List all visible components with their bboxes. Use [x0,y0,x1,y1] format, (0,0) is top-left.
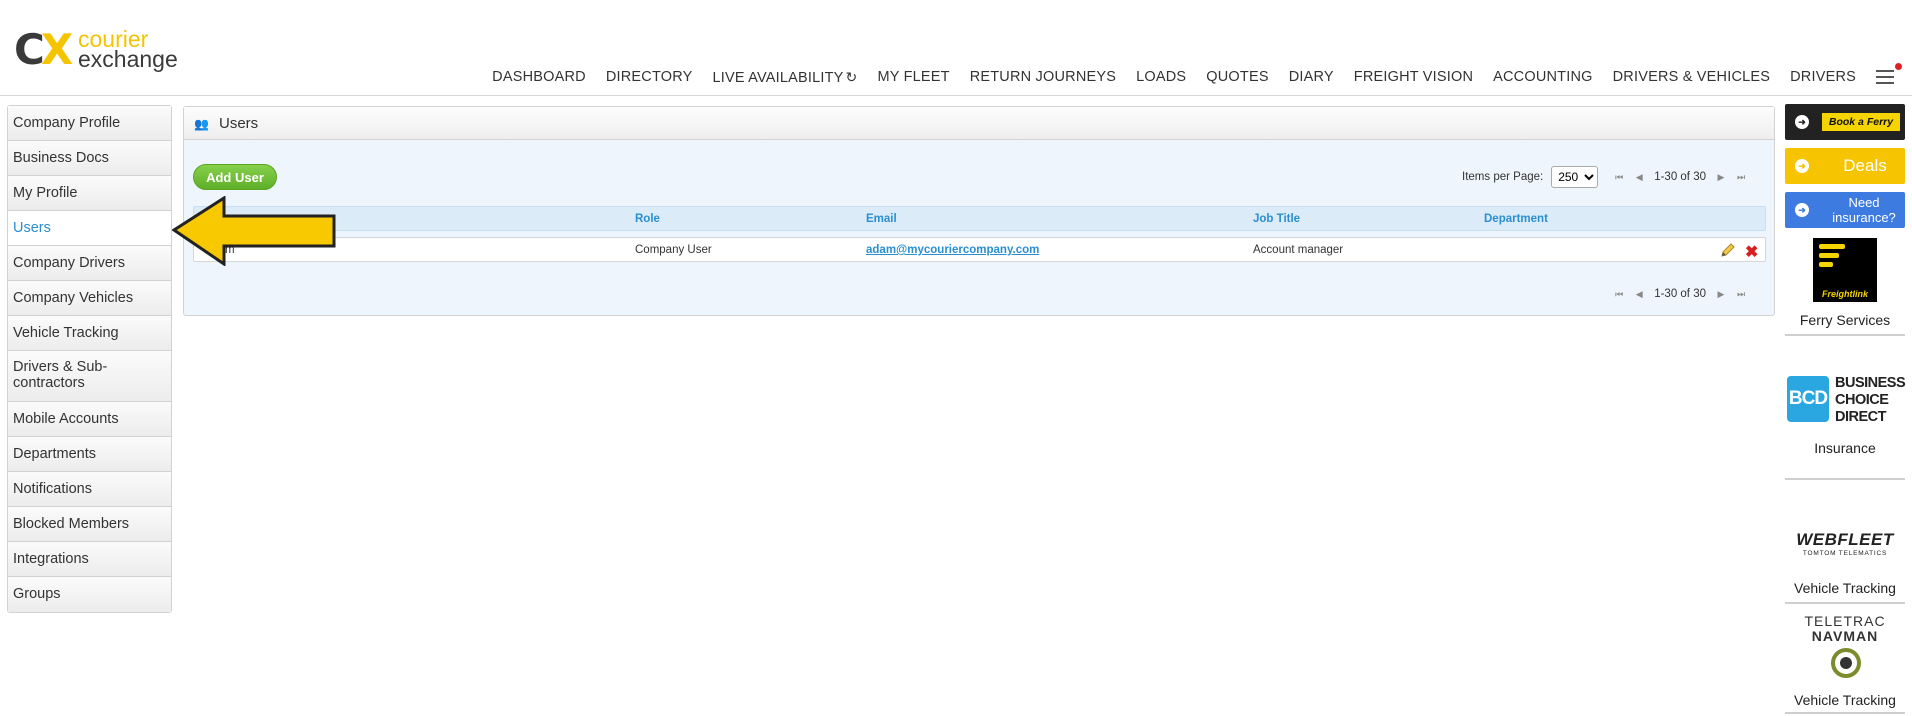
nav-quotes[interactable]: QUOTES [1206,69,1268,85]
main-navigation: DASHBOARD DIRECTORY LIVE AVAILABILITY ↻ M… [472,62,1912,92]
next-page-icon[interactable]: ▶ [1714,289,1728,300]
last-page-icon[interactable]: ⏭ [1734,289,1748,300]
book-ferry-banner[interactable]: ➜ Book a Ferry [1785,104,1905,140]
sidebar-item-vehicle-tracking[interactable]: Vehicle Tracking [8,316,171,351]
nav-diary[interactable]: DIARY [1289,69,1334,85]
settings-sidebar: Company Profile Business Docs My Profile… [7,105,172,613]
hamburger-menu-icon[interactable] [1876,63,1902,85]
logo-word-exchange: exchange [78,46,178,72]
column-role[interactable]: Role [635,213,660,225]
page-range: 1-30 of 30 [1654,288,1706,300]
table-header: Role Email Job Title Department [193,206,1766,231]
users-icon: 👥 [194,117,209,131]
sponsor-caption: Ferry Services [1799,312,1891,328]
sidebar-item-departments[interactable]: Departments [8,437,171,472]
courier-exchange-logo[interactable]: CX courier exchange [14,28,178,72]
nav-drivers[interactable]: DRIVERS [1790,69,1856,85]
sidebar-item-blocked-members[interactable]: Blocked Members [8,507,171,542]
edit-pencil-icon[interactable] [1720,242,1736,258]
panel-title: Users [219,115,259,132]
nav-return-journeys[interactable]: RETURN JOURNEYS [970,69,1116,85]
nav-loads[interactable]: LOADS [1136,69,1186,85]
sidebar-item-business-docs[interactable]: Business Docs [8,141,171,176]
sponsor-webfleet[interactable]: WEBFLEET TOMTOM TELEMATICS Vehicle Track… [1785,484,1905,604]
sponsor-column: ➜ Book a Ferry ➜ Deals ➜ Need insurance? … [1785,104,1906,714]
refresh-icon: ↻ [845,68,858,85]
freightlink-logo: Freightlink [1813,238,1877,302]
sponsor-business-choice-direct[interactable]: BCD BUSINESS CHOICE DIRECT Insurance [1785,352,1906,480]
items-per-page-select[interactable]: 250 [1551,166,1599,188]
prev-page-icon[interactable]: ◀ [1632,172,1646,183]
nav-freight-vision[interactable]: FREIGHT VISION [1354,69,1473,85]
sidebar-item-my-profile[interactable]: My Profile [8,176,171,211]
first-page-icon[interactable]: ⏮ [1612,172,1626,183]
add-user-button[interactable]: Add User [193,164,277,190]
sidebar-item-users[interactable]: Users [8,211,171,246]
delete-icon[interactable]: ✖ [1745,244,1758,262]
nav-live-availability[interactable]: LIVE AVAILABILITY ↻ [713,69,858,86]
page-range: 1-30 of 30 [1654,171,1706,183]
need-insurance-banner[interactable]: ➜ Need insurance? [1785,192,1905,228]
sponsor-teletrac-navman[interactable]: TELETRAC NAVMAN Vehicle Tracking [1785,610,1905,714]
column-email[interactable]: Email [866,213,897,225]
prev-page-icon[interactable]: ◀ [1632,289,1646,300]
nav-accounting[interactable]: ACCOUNTING [1493,69,1592,85]
sidebar-item-drivers-subcontractors[interactable]: Drivers & Sub-contractors [8,351,171,402]
sidebar-item-company-drivers[interactable]: Company Drivers [8,246,171,281]
top-header: CX courier exchange DASHBOARD DIRECTORY … [0,0,1912,96]
last-page-icon[interactable]: ⏭ [1734,172,1748,183]
sponsor-caption: Vehicle Tracking [1794,692,1896,708]
table-row[interactable]: m Company User adam@mycouriercompany.com… [193,237,1766,262]
sidebar-item-company-vehicles[interactable]: Company Vehicles [8,281,171,316]
sidebar-item-integrations[interactable]: Integrations [8,542,171,577]
first-page-icon[interactable]: ⏮ [1612,289,1626,300]
sidebar-item-company-profile[interactable]: Company Profile [8,106,171,141]
sidebar-item-notifications[interactable]: Notifications [8,472,171,507]
nav-drivers-vehicles[interactable]: DRIVERS & VEHICLES [1613,69,1771,85]
sidebar-item-groups[interactable]: Groups [8,577,171,612]
sidebar-item-mobile-accounts[interactable]: Mobile Accounts [8,402,171,437]
notification-dot-icon [1895,63,1902,70]
column-department[interactable]: Department [1484,213,1548,225]
pager-top: Items per Page: 250 ⏮ ◀ 1-30 of 30 ▶ ⏭ [1462,164,1754,190]
next-page-icon[interactable]: ▶ [1714,172,1728,183]
users-panel: 👥 Users Add User Items per Page: 250 ⏮ ◀… [183,106,1775,316]
webfleet-logo: WEBFLEET [1796,530,1894,549]
sponsor-freightlink[interactable]: Freightlink Ferry Services [1785,236,1905,336]
cell-job-title: Account manager [1253,244,1344,256]
nav-my-fleet[interactable]: MY FLEET [877,69,949,85]
items-per-page-label: Items per Page: [1462,171,1544,183]
bcd-logo: BCD [1787,376,1829,422]
panel-header: 👥 Users [184,107,1774,140]
cell-role: Company User [635,244,712,256]
cell-email-link[interactable]: adam@mycouriercompany.com [866,244,1039,256]
column-job-title[interactable]: Job Title [1253,213,1300,225]
nav-dashboard[interactable]: DASHBOARD [492,69,586,85]
nav-directory[interactable]: DIRECTORY [606,69,693,85]
pager-bottom: ⏮ ◀ 1-30 of 30 ▶ ⏭ [1612,284,1754,304]
sponsor-caption: Vehicle Tracking [1794,580,1896,596]
arrow-right-icon: ➜ [1795,203,1809,217]
arrow-right-icon: ➜ [1795,159,1809,173]
arrow-right-icon: ➜ [1795,115,1809,129]
sponsor-caption: Insurance [1814,440,1876,456]
deals-banner[interactable]: ➜ Deals [1785,148,1905,184]
teletrac-logo-icon [1831,648,1861,678]
pointer-arrow-annotation [172,196,336,266]
